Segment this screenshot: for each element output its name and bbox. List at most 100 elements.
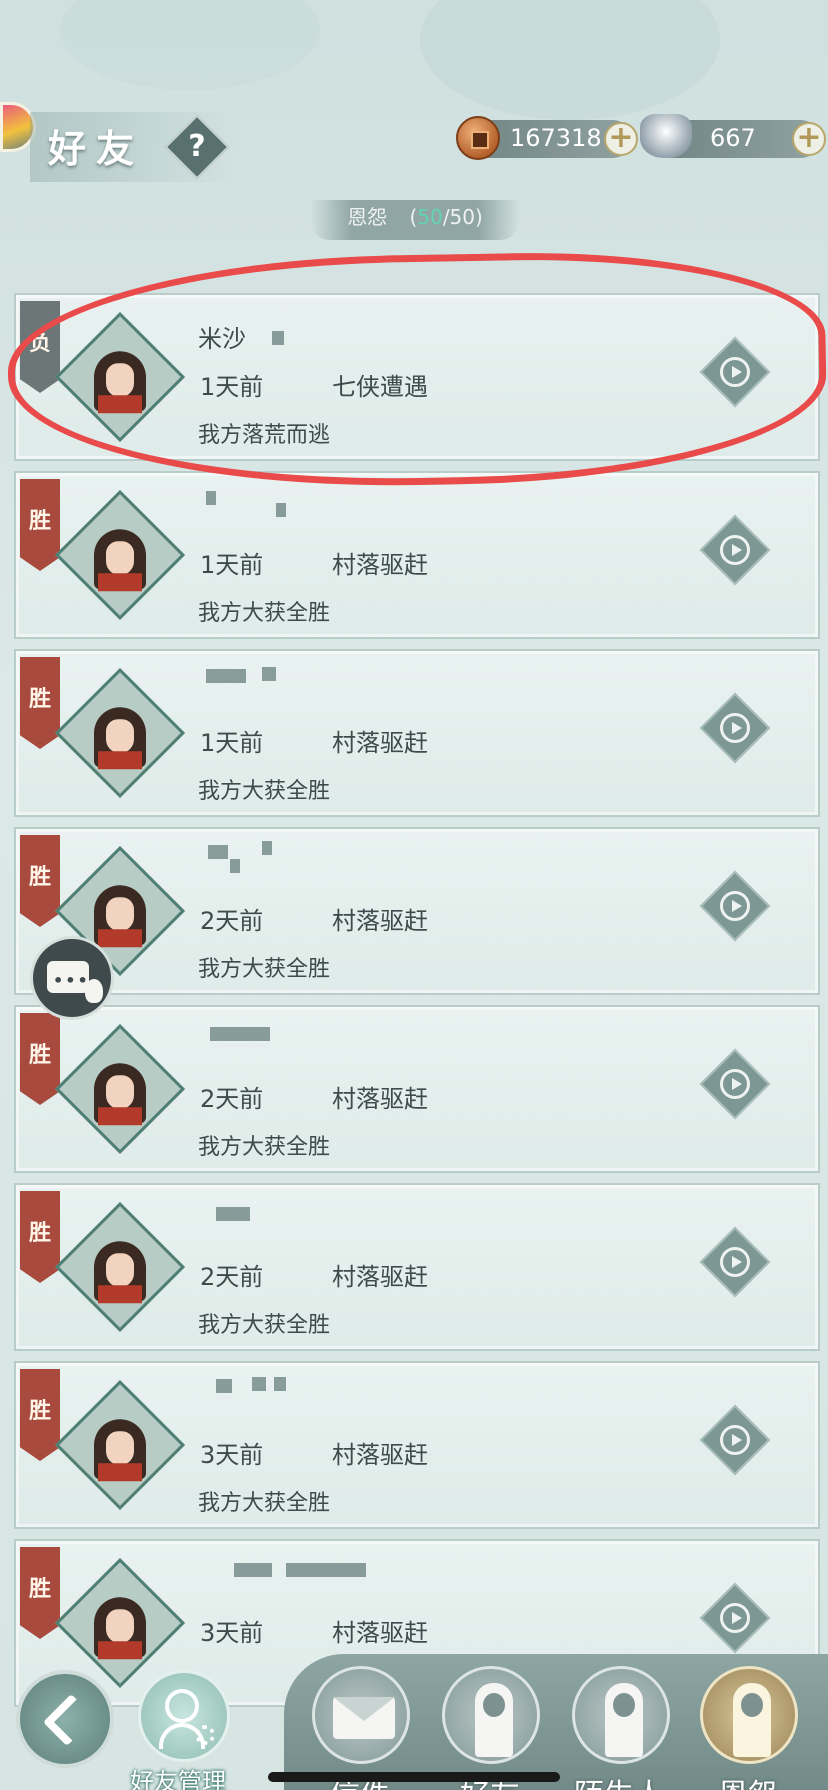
avatar[interactable] [54, 489, 186, 621]
redacted-name-block [276, 503, 286, 517]
bottom-nav: 好友管理 信件 好友 陌生人 恩怨 [0, 1640, 828, 1790]
copper-currency: 167318 + [456, 116, 638, 160]
avatar[interactable] [54, 1379, 186, 1511]
play-icon [720, 1247, 750, 1277]
tab-grudges-label: 恩怨 [718, 1770, 778, 1790]
avatar-portrait-icon [90, 529, 150, 592]
record-result: 我方大获全胜 [198, 957, 331, 982]
grudge-count-label: 恩怨 (50/50) [310, 200, 520, 240]
back-button[interactable] [16, 1670, 114, 1768]
silver-amount: 667 [710, 124, 756, 152]
home-indicator[interactable] [268, 1772, 560, 1782]
record-time: 2天前 [200, 907, 264, 935]
chat-small-bubble-icon [85, 979, 103, 1003]
tab-grudges[interactable] [700, 1666, 798, 1764]
record-time: 2天前 [200, 1085, 264, 1113]
result-badge: 胜 [20, 479, 60, 571]
friend-manage-button[interactable] [138, 1670, 230, 1762]
count-current: 50 [417, 205, 443, 229]
record-result: 我方大获全胜 [198, 1491, 331, 1516]
play-icon [720, 1069, 750, 1099]
mail-icon [333, 1697, 395, 1739]
person-icon [165, 1689, 199, 1723]
redacted-name-block [210, 1027, 270, 1041]
add-copper-button[interactable]: + [604, 122, 638, 156]
tab-mail[interactable] [312, 1666, 410, 1764]
add-silver-button[interactable]: + [792, 122, 826, 156]
redacted-name-block [216, 1207, 250, 1221]
replay-button[interactable] [699, 870, 771, 942]
result-badge: 胜 [20, 1013, 60, 1105]
record-time: 1天前 [200, 551, 264, 579]
result-badge: 胜 [20, 1191, 60, 1283]
help-icon: ? [188, 129, 206, 164]
tab-friends[interactable] [442, 1666, 540, 1764]
result-badge: 胜 [20, 1369, 60, 1461]
avatar[interactable] [54, 1023, 186, 1155]
record-result: 我方大获全胜 [198, 779, 331, 804]
avatar-portrait-icon [90, 1241, 150, 1304]
silver-currency: 667 + [640, 114, 826, 158]
redacted-name-block [252, 1377, 266, 1391]
play-icon [720, 891, 750, 921]
avatar-portrait-icon [90, 707, 150, 770]
replay-button[interactable] [699, 1226, 771, 1298]
record-row[interactable]: 胜 2天前 村落驱赶 我方大获全胜 [14, 1183, 820, 1351]
result-badge: 胜 [20, 835, 60, 927]
record-result: 我方大获全胜 [198, 1313, 331, 1338]
record-row[interactable]: 胜 1天前 村落驱赶 我方大获全胜 [14, 471, 820, 639]
record-result: 我方大获全胜 [198, 601, 331, 626]
replay-button[interactable] [699, 1404, 771, 1476]
record-row[interactable]: 胜 2天前 村落驱赶 我方大获全胜 [14, 827, 820, 995]
copper-coin-icon [456, 116, 500, 160]
copper-amount: 167318 [510, 124, 602, 152]
redacted-name-block [262, 841, 272, 855]
tab-name: 恩怨 [347, 205, 388, 229]
redacted-name-block [230, 859, 240, 873]
record-event: 村落驱赶 [332, 729, 428, 757]
tab-strangers-label: 陌生人 [574, 1770, 664, 1790]
play-icon [720, 1603, 750, 1633]
header: 好友 ? 167318 + 667 + 恩怨 (50/50) [0, 0, 828, 240]
play-icon [720, 535, 750, 565]
redacted-name-block [234, 1563, 272, 1577]
replay-button[interactable] [699, 1048, 771, 1120]
record-time: 2天前 [200, 1263, 264, 1291]
count-max: /50) [442, 205, 483, 229]
record-event: 村落驱赶 [332, 1085, 428, 1113]
redacted-name-block [274, 1377, 286, 1391]
record-event: 村落驱赶 [332, 551, 428, 579]
record-time: 1天前 [200, 729, 264, 757]
record-result: 我方大获全胜 [198, 1135, 331, 1160]
gear-icon [195, 1725, 215, 1745]
play-icon [720, 713, 750, 743]
redacted-name-block [262, 667, 276, 681]
friend-manage-label: 好友管理 [130, 1768, 226, 1790]
grudge-icon [733, 1683, 771, 1757]
tab-strangers[interactable] [572, 1666, 670, 1764]
record-event: 村落驱赶 [332, 1441, 428, 1469]
record-event: 村落驱赶 [332, 1263, 428, 1291]
stranger-icon [605, 1683, 643, 1757]
record-row[interactable]: 胜 2天前 村落驱赶 我方大获全胜 [14, 1005, 820, 1173]
redacted-name-block [216, 1379, 232, 1393]
friend-icon [475, 1683, 513, 1757]
redacted-name-block [206, 669, 246, 683]
avatar-portrait-icon [90, 885, 150, 948]
page-title: 好友 [48, 126, 145, 171]
avatar[interactable] [54, 667, 186, 799]
avatar[interactable] [54, 1201, 186, 1333]
floating-chat-button[interactable]: ••• [30, 936, 114, 1020]
record-event: 村落驱赶 [332, 907, 428, 935]
redacted-name-block [208, 845, 228, 859]
redacted-name-block [206, 491, 216, 505]
avatar-portrait-icon [90, 1063, 150, 1126]
avatar-portrait-icon [90, 1419, 150, 1482]
replay-button[interactable] [699, 514, 771, 586]
record-row[interactable]: 胜 3天前 村落驱赶 我方大获全胜 [14, 1361, 820, 1529]
record-time: 3天前 [200, 1441, 264, 1469]
result-badge: 胜 [20, 657, 60, 749]
replay-button[interactable] [699, 692, 771, 764]
play-icon [720, 1425, 750, 1455]
record-row[interactable]: 胜 1天前 村落驱赶 我方大获全胜 [14, 649, 820, 817]
